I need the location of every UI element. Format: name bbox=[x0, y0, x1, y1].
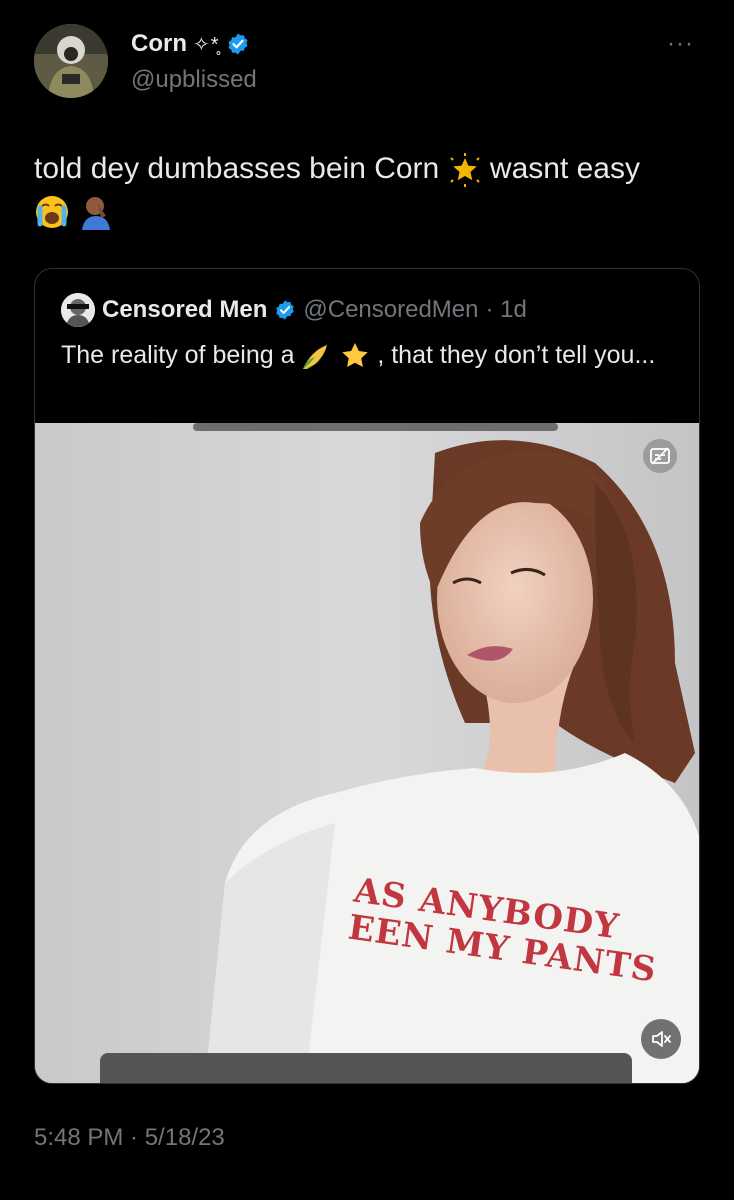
author-name-decoration: ✧*̥ bbox=[193, 33, 220, 56]
quoted-tweet-text-part2: , that they don’t tell you... bbox=[377, 341, 656, 369]
video-player[interactable]: AS ANYBODY EEN MY PANTS bbox=[35, 423, 699, 1083]
author-handle[interactable]: @upblissed bbox=[131, 66, 257, 94]
quoted-author-avatar[interactable] bbox=[61, 293, 95, 327]
quoted-author-display-name[interactable]: Censored Men bbox=[102, 296, 267, 324]
speaker-muted-icon bbox=[652, 1031, 671, 1047]
tweet-text-part2: wasnt easy bbox=[489, 152, 640, 185]
quoted-tweet-header: Censored Men @CensoredMen · 1d bbox=[61, 293, 527, 327]
glowing-star-emoji-icon bbox=[449, 153, 480, 188]
tweet-text-part1: told dey dumbasses bein Corn bbox=[34, 152, 440, 185]
star-emoji-icon bbox=[342, 343, 369, 368]
verified-badge-icon bbox=[228, 33, 248, 55]
author-name-row: Corn ✧*̥ bbox=[131, 30, 250, 58]
tweet: Corn ✧*̥ @upblissed ··· told dey dumbass… bbox=[0, 0, 734, 1200]
video-frame-image bbox=[35, 423, 699, 1083]
tweet-text: told dey dumbasses bein Corn wasnt easy bbox=[34, 148, 694, 232]
author-display-name[interactable]: Corn bbox=[131, 30, 187, 58]
ear-of-corn-emoji-icon bbox=[303, 345, 328, 370]
author-avatar[interactable] bbox=[34, 24, 108, 98]
tweet-timestamp[interactable]: 5:48 PM · 5/18/23 bbox=[34, 1124, 225, 1152]
more-options-button[interactable]: ··· bbox=[667, 30, 694, 58]
quoted-author-handle[interactable]: @CensoredMen bbox=[303, 296, 478, 324]
loudly-crying-face-emoji-icon bbox=[36, 196, 68, 229]
man-facepalming-emoji-icon bbox=[82, 197, 111, 231]
quoted-tweet-text: The reality of being a , that they don’t… bbox=[61, 339, 681, 371]
quoted-tweet-age: · 1d bbox=[485, 296, 527, 323]
quoted-tweet-card[interactable]: Censored Men @CensoredMen · 1d The reali… bbox=[34, 268, 700, 1084]
verified-badge-icon bbox=[276, 300, 295, 320]
quoted-tweet-text-part1: The reality of being a bbox=[61, 341, 295, 369]
unmute-button[interactable] bbox=[641, 1019, 681, 1059]
captions-button[interactable] bbox=[643, 439, 677, 473]
closed-captions-icon bbox=[650, 447, 670, 465]
